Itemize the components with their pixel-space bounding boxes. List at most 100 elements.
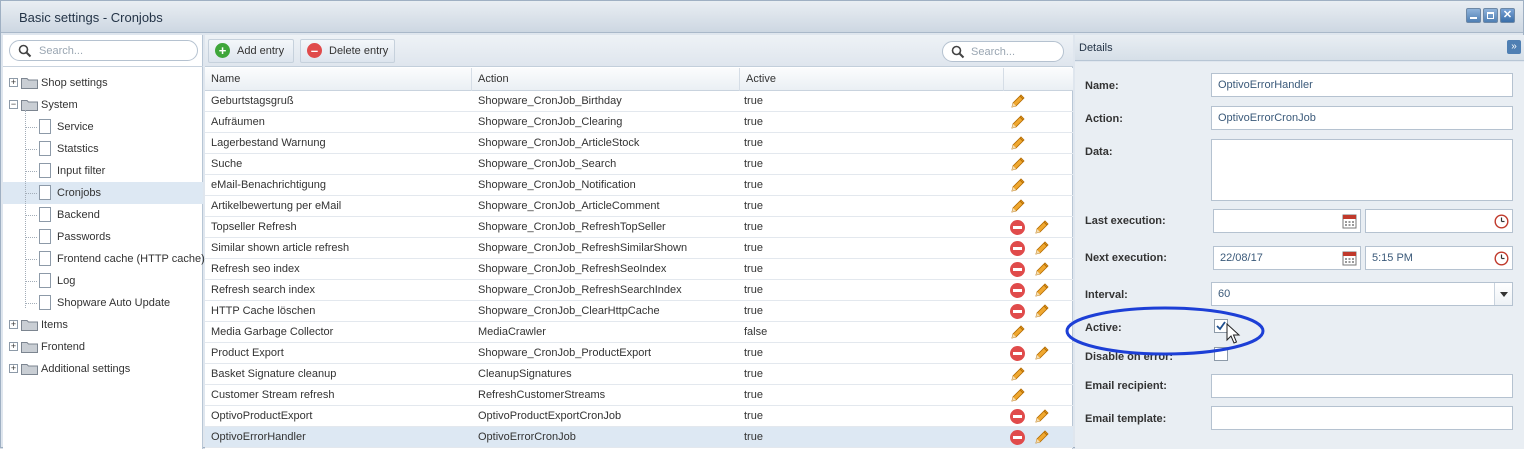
edit-pencil-icon[interactable] (1033, 261, 1049, 278)
delete-row-icon[interactable] (1010, 241, 1025, 256)
tree-item[interactable]: + Frontend (3, 336, 203, 358)
clock-icon[interactable] (1494, 214, 1509, 229)
collapse-panel-icon[interactable]: » (1507, 40, 1521, 54)
delete-row-icon[interactable] (1010, 262, 1025, 277)
tree-item[interactable]: − System (3, 94, 203, 116)
tree-item[interactable]: Cronjobs (3, 182, 203, 204)
edit-pencil-icon[interactable] (1009, 135, 1025, 152)
tree-connector (25, 215, 37, 216)
tree-item[interactable]: Backend (3, 204, 203, 226)
edit-pencil-icon[interactable] (1009, 177, 1025, 194)
edit-pencil-icon[interactable] (1033, 240, 1049, 257)
email-recipient-field[interactable] (1211, 374, 1513, 398)
table-row[interactable]: eMail-Benachrichtigung Shopware_CronJob_N… (205, 175, 1073, 196)
last-execution-time-field[interactable] (1365, 209, 1513, 233)
next-execution-time-field[interactable]: 5:15 PM (1365, 246, 1513, 270)
delete-row-icon[interactable] (1010, 304, 1025, 319)
edit-pencil-icon[interactable] (1033, 345, 1049, 362)
edit-pencil-icon[interactable] (1009, 324, 1025, 341)
cell-name: Suche (211, 158, 243, 170)
table-row[interactable]: Topseller Refresh Shopware_CronJob_Refres… (205, 217, 1073, 238)
column-header-name[interactable]: Name (205, 68, 472, 91)
table-row[interactable]: Media Garbage Collector MediaCrawler false (205, 322, 1073, 343)
table-row[interactable]: Artikelbewertung per eMail Shopware_CronJ… (205, 196, 1073, 217)
name-field[interactable]: OptivoErrorHandler (1211, 73, 1513, 97)
table-row[interactable]: Refresh seo index Shopware_CronJob_Refres… (205, 259, 1073, 280)
tree-item[interactable]: + Shop settings (3, 72, 203, 94)
delete-entry-button[interactable]: – Delete entry (300, 39, 395, 63)
delete-row-icon[interactable] (1010, 409, 1025, 424)
email-template-field[interactable] (1211, 406, 1513, 430)
edit-pencil-icon[interactable] (1033, 282, 1049, 299)
cell-active: true (744, 179, 763, 191)
close-button[interactable]: ✕ (1500, 8, 1515, 23)
tree-search-input[interactable]: Search... (9, 40, 198, 61)
table-row[interactable]: Geburtstagsgruß Shopware_CronJob_Birthday… (205, 91, 1073, 112)
cell-action: Shopware_CronJob_ClearHttpCache (478, 305, 660, 317)
column-header-action[interactable]: Action (472, 68, 740, 91)
edit-pencil-icon[interactable] (1009, 114, 1025, 131)
tree-item[interactable]: Shopware Auto Update (3, 292, 203, 314)
table-row[interactable]: Customer Stream refresh RefreshCustomerSt… (205, 385, 1073, 406)
page-icon (39, 141, 51, 156)
tree-item-label: Frontend cache (HTTP cache) (57, 253, 205, 265)
maximize-button[interactable] (1483, 8, 1498, 23)
edit-pencil-icon[interactable] (1009, 156, 1025, 173)
table-row[interactable]: Similar shown article refresh Shopware_Cr… (205, 238, 1073, 259)
expand-icon[interactable]: + (9, 78, 18, 87)
next-execution-date-field[interactable]: 22/08/17 (1213, 246, 1361, 270)
table-row[interactable]: Basket Signature cleanup CleanupSignature… (205, 364, 1073, 385)
table-row[interactable]: Product Export Shopware_CronJob_ProductEx… (205, 343, 1073, 364)
table-row[interactable]: Suche Shopware_CronJob_Search true (205, 154, 1073, 175)
tree-item[interactable]: Statstics (3, 138, 203, 160)
edit-pencil-icon[interactable] (1033, 408, 1049, 425)
table-row[interactable]: Refresh search index Shopware_CronJob_Ref… (205, 280, 1073, 301)
minimize-button[interactable] (1466, 8, 1481, 23)
expand-icon[interactable]: + (9, 364, 18, 373)
last-execution-date-field[interactable] (1213, 209, 1361, 233)
tree-item[interactable]: Passwords (3, 226, 203, 248)
edit-pencil-icon[interactable] (1033, 303, 1049, 320)
edit-pencil-icon[interactable] (1009, 198, 1025, 215)
calendar-icon[interactable] (1342, 213, 1357, 229)
delete-row-icon[interactable] (1010, 346, 1025, 361)
edit-pencil-icon[interactable] (1033, 429, 1049, 446)
action-field[interactable]: OptivoErrorCronJob (1211, 106, 1513, 130)
calendar-icon[interactable] (1342, 250, 1357, 266)
tree-item[interactable]: Log (3, 270, 203, 292)
chevron-down-icon[interactable] (1494, 283, 1512, 305)
collapse-icon[interactable]: − (9, 100, 18, 109)
expand-icon[interactable]: + (9, 342, 18, 351)
interval-select[interactable]: 60 (1211, 282, 1513, 306)
window-titlebar[interactable]: Basic settings - Cronjobs ✕ (1, 1, 1523, 33)
edit-pencil-icon[interactable] (1009, 93, 1025, 110)
delete-row-icon[interactable] (1010, 220, 1025, 235)
interval-label: Interval: (1085, 289, 1128, 301)
edit-pencil-icon[interactable] (1033, 219, 1049, 236)
edit-pencil-icon[interactable] (1009, 387, 1025, 404)
cell-name: Lagerbestand Warnung (211, 137, 326, 149)
table-row[interactable]: Lagerbestand Warnung Shopware_CronJob_Art… (205, 133, 1073, 154)
table-row[interactable]: HTTP Cache löschen Shopware_CronJob_Clear… (205, 301, 1073, 322)
tree-item[interactable]: + Additional settings (3, 358, 203, 380)
table-row[interactable]: Aufräumen Shopware_CronJob_Clearing true (205, 112, 1073, 133)
clock-icon[interactable] (1494, 251, 1509, 266)
tree-item[interactable]: Frontend cache (HTTP cache) (3, 248, 205, 270)
table-row[interactable]: OptivoErrorHandler OptivoErrorCronJob true (205, 427, 1073, 448)
tree-connector (25, 237, 37, 238)
tree-item[interactable]: + Items (3, 314, 203, 336)
grid-search-input[interactable]: Search... (942, 41, 1064, 62)
page-icon (39, 251, 51, 266)
column-header-active[interactable]: Active (740, 68, 1004, 91)
cell-name: OptivoErrorHandler (211, 431, 306, 443)
data-textarea[interactable] (1211, 139, 1513, 201)
edit-pencil-icon[interactable] (1009, 366, 1025, 383)
tree-item[interactable]: Service (3, 116, 203, 138)
table-row[interactable]: OptivoProductExport OptivoProductExportCr… (205, 406, 1073, 427)
tree-item[interactable]: Input filter (3, 160, 203, 182)
delete-row-icon[interactable] (1010, 430, 1025, 445)
delete-row-icon[interactable] (1010, 283, 1025, 298)
add-entry-button[interactable]: + Add entry (208, 39, 294, 63)
expand-icon[interactable]: + (9, 320, 18, 329)
cell-name: Geburtstagsgruß (211, 95, 294, 107)
